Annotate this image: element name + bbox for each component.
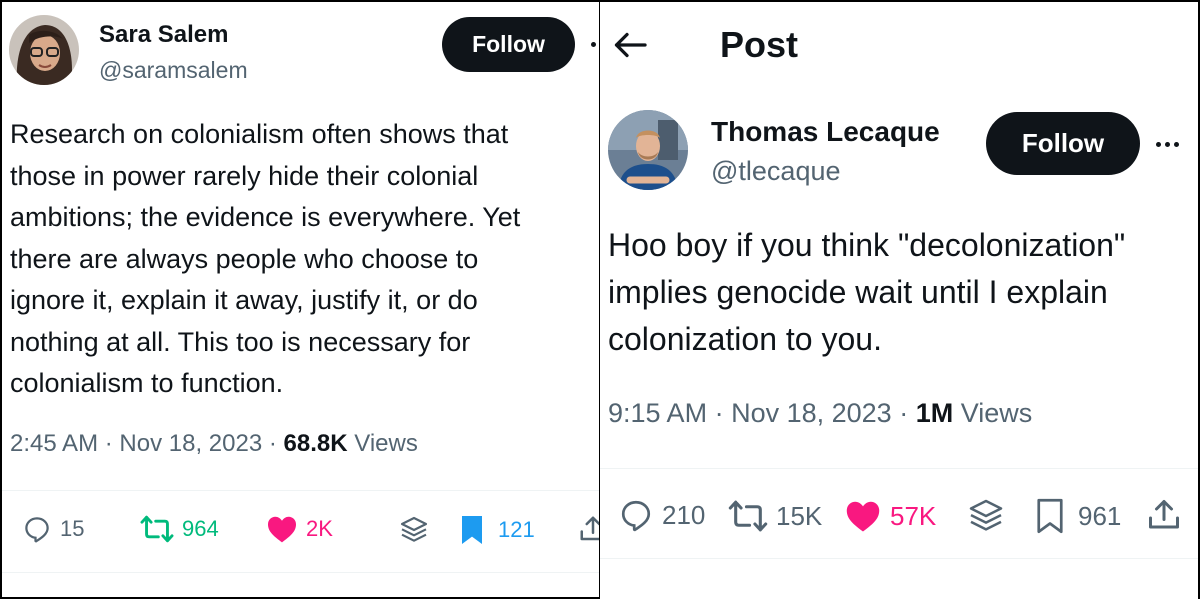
tweet-time[interactable]: 2:45 AM bbox=[10, 430, 98, 457]
tweet-time[interactable]: 9:15 AM bbox=[608, 398, 707, 428]
reply-count: 15 bbox=[60, 516, 85, 541]
meta-separator: · bbox=[268, 430, 284, 457]
divider bbox=[600, 468, 1198, 469]
author-handle[interactable]: @tlecaque bbox=[711, 156, 841, 187]
like-count: 2K bbox=[306, 516, 333, 541]
grok-button[interactable] bbox=[966, 496, 1006, 536]
meta-separator: · bbox=[899, 398, 916, 428]
bookmark-button[interactable]: 961 bbox=[1036, 498, 1121, 534]
repost-button[interactable]: 15K bbox=[728, 499, 822, 533]
bookmark-button[interactable]: 121 bbox=[460, 514, 535, 546]
bookmark-count: 961 bbox=[1078, 500, 1122, 531]
reply-button[interactable]: 15 bbox=[22, 514, 84, 544]
like-button[interactable]: 57K bbox=[844, 499, 936, 533]
more-icon[interactable] bbox=[1156, 142, 1179, 147]
follow-button[interactable]: Follow bbox=[442, 17, 575, 72]
meta-separator: · bbox=[104, 430, 120, 457]
like-icon bbox=[268, 516, 296, 543]
like-count: 57K bbox=[890, 500, 937, 531]
reply-button[interactable]: 210 bbox=[618, 497, 705, 533]
divider bbox=[2, 572, 600, 573]
author-avatar[interactable] bbox=[9, 15, 79, 85]
reply-icon bbox=[25, 517, 49, 543]
views-count: 68.8K bbox=[283, 430, 348, 457]
views-label: Views bbox=[960, 398, 1033, 428]
page-title: Post bbox=[720, 24, 799, 65]
meta-separator: · bbox=[714, 398, 732, 428]
grok-icon bbox=[969, 499, 1003, 531]
repost-count: 15K bbox=[776, 500, 823, 531]
like-button[interactable]: 2K bbox=[266, 514, 333, 544]
divider bbox=[600, 558, 1198, 559]
repost-icon bbox=[728, 500, 768, 532]
bookmark-icon bbox=[1037, 498, 1063, 534]
like-icon bbox=[846, 501, 880, 532]
author-avatar[interactable] bbox=[608, 110, 688, 190]
follow-button[interactable]: Follow bbox=[986, 112, 1140, 175]
back-arrow-icon[interactable] bbox=[612, 30, 648, 65]
right-tweet-panel: Post Thomas Lecaque @tlecaque Follow Hoo… bbox=[600, 0, 1200, 599]
bookmark-count: 121 bbox=[498, 517, 535, 542]
bookmark-icon bbox=[462, 516, 482, 544]
tweet-meta: 9:15 AM · Nov 18, 2023 · 1M Views bbox=[608, 398, 1032, 429]
tweet-date[interactable]: Nov 18, 2023 bbox=[731, 398, 892, 428]
repost-count: 964 bbox=[182, 516, 219, 541]
more-icon[interactable] bbox=[591, 42, 596, 47]
tweet-text: Hoo boy if you think "decolonization" im… bbox=[608, 227, 1126, 357]
views-count: 1M bbox=[915, 398, 954, 428]
share-icon bbox=[580, 516, 600, 541]
left-tweet-panel: Sara Salem @saramsalem Follow Research o… bbox=[0, 0, 600, 599]
grok-icon bbox=[400, 516, 428, 542]
reply-icon bbox=[621, 500, 651, 532]
share-button[interactable] bbox=[578, 514, 600, 544]
tweet-text: Research on colonialism often shows that… bbox=[10, 119, 521, 398]
reply-count: 210 bbox=[662, 499, 706, 530]
author-name[interactable]: Thomas Lecaque bbox=[711, 116, 940, 148]
tweet-meta: 2:45 AM · Nov 18, 2023 · 68.8K Views bbox=[10, 430, 418, 458]
share-icon bbox=[1149, 500, 1179, 529]
author-handle[interactable]: @saramsalem bbox=[99, 57, 248, 84]
views-label: Views bbox=[354, 430, 418, 457]
tweet-date[interactable]: Nov 18, 2023 bbox=[119, 430, 262, 457]
share-button[interactable] bbox=[1146, 497, 1182, 533]
author-name[interactable]: Sara Salem bbox=[99, 21, 228, 49]
repost-icon bbox=[140, 515, 174, 543]
repost-button[interactable]: 964 bbox=[140, 514, 219, 544]
divider bbox=[2, 490, 600, 491]
grok-button[interactable] bbox=[398, 514, 430, 546]
